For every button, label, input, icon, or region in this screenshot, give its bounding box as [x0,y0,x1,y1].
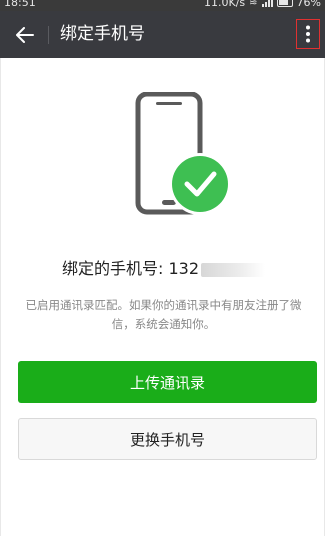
description-text: 已启用通讯录匹配。如果你的通讯录中有朋友注册了微信，系统会通知你。 [25,298,302,331]
status-bar: 18:51 11.0K/s ≋ 76% [0,0,325,11]
redacted-phone-digits [201,262,266,277]
status-icons: 11.0K/s ≋ 76% [204,0,321,8]
network-speed: 11.0K/s [204,0,246,9]
change-phone-button[interactable]: 更换手机号 [18,418,317,460]
bound-phone-number: 绑定的手机号: 132 [1,258,325,280]
upload-contacts-button[interactable]: 上传通讯录 [18,361,317,403]
main-content: 绑定的手机号: 132 已启用通讯录匹配。如果你的通讯录中有朋友注册了微信，系统… [0,58,325,536]
top-toolbar: 绑定手机号 [0,11,325,58]
signal-icon [261,0,273,7]
page-title: 绑定手机号 [60,24,145,44]
phone-label: 绑定的手机号: [61,259,169,278]
battery-percent: 76% [296,0,321,9]
wifi-icon: ≋ [249,0,258,8]
toolbar-divider [48,26,49,44]
arrow-left-icon [16,27,34,43]
phone-verified-icon [135,92,231,215]
more-vertical-icon [306,25,310,43]
back-button[interactable] [10,20,40,50]
battery-icon [276,0,293,7]
status-time: 18:51 [4,0,36,9]
more-options-button[interactable] [296,19,320,49]
phone-value: 132 [168,259,200,278]
